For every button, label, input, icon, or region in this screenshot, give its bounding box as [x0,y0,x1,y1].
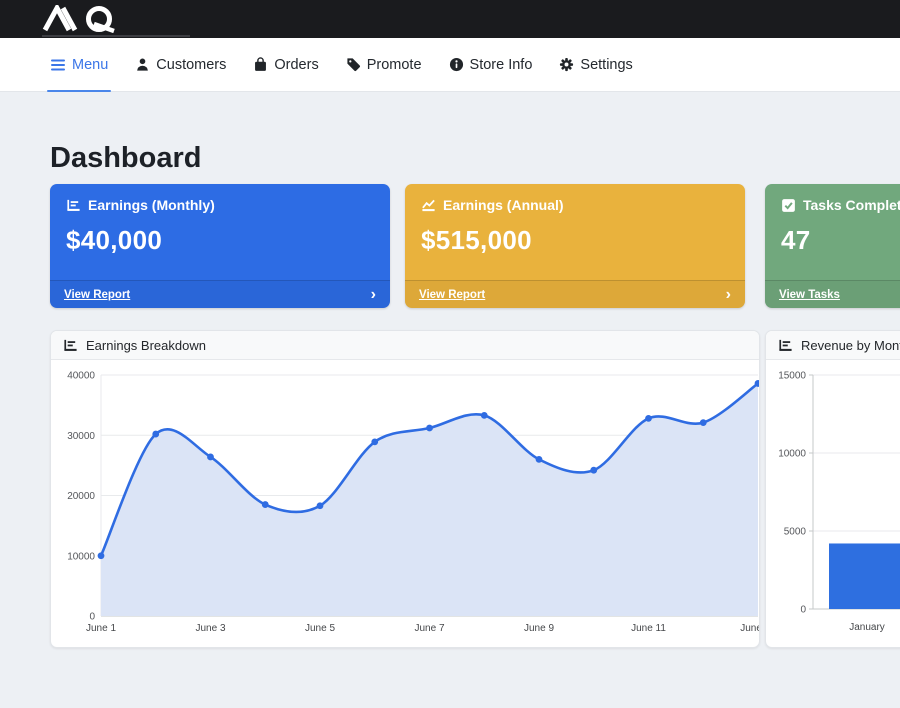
page-title: Dashboard [50,142,201,175]
logo-underline [42,35,190,37]
svg-text:June 9: June 9 [524,623,554,634]
svg-text:June 7: June 7 [414,623,444,634]
card-earnings-monthly: Earnings (Monthly) $40,000 View Report › [50,184,390,308]
svg-text:0: 0 [800,605,806,616]
earnings-breakdown-card: Earnings Breakdown 0 10000 20000 30000 40000… [50,330,760,648]
card-body: Earnings (Annual) $515,000 [405,184,745,269]
card-header: Earnings Breakdown [51,331,759,360]
bag-icon [253,57,268,72]
card-header-title: Earnings Breakdown [86,338,206,353]
card-body: Earnings (Monthly) $40,000 [50,184,390,269]
hamburger-icon [50,58,66,72]
top-app-bar [0,0,900,38]
svg-text:June 5: June 5 [305,623,335,634]
card-header-title: Revenue by Month [801,338,900,353]
svg-text:10000: 10000 [778,449,806,460]
card-value: $40,000 [66,225,374,256]
card-earnings-annual: Earnings (Annual) $515,000 View Report › [405,184,745,308]
svg-text:40000: 40000 [67,371,95,382]
area-chart-icon [63,338,78,353]
main-nav: Menu Customers Orders Promote Store Info [0,38,900,92]
card-header: Revenue by Month [766,331,900,360]
tag-icon [346,57,361,72]
svg-text:June 13: June 13 [740,623,759,634]
line-chart-icon [421,198,436,213]
revenue-by-month-card: Revenue by Month 0 5000 10000 15000 January [765,330,900,648]
card-value: 47 [781,225,900,256]
nav-item-label: Menu [72,57,108,73]
svg-text:January: January [849,622,885,633]
svg-text:June 11: June 11 [631,623,666,634]
info-icon [449,57,464,72]
card-footer: View Report › [50,280,390,308]
card-value: $515,000 [421,225,729,256]
app-logo [42,5,142,33]
card-title: Earnings (Monthly) [88,197,215,213]
view-tasks-link[interactable]: View Tasks [779,289,840,301]
card-title: Earnings (Annual) [443,197,564,213]
card-tasks-completed: Tasks Completed 47 View Tasks › [765,184,900,308]
nav-item-orders[interactable]: Orders [253,57,318,73]
svg-text:20000: 20000 [67,491,95,502]
nav-item-label: Customers [156,57,226,73]
svg-text:0: 0 [89,612,95,623]
nav-item-store-info[interactable]: Store Info [449,57,533,73]
check-square-icon [781,198,796,213]
bar-chart-icon [778,338,793,353]
gear-icon [559,57,574,72]
nav-item-label: Orders [274,57,318,73]
chevron-right-icon: › [371,287,376,303]
chevron-right-icon: › [726,287,731,303]
view-report-link[interactable]: View Report [64,289,130,301]
bar-chart-icon [66,198,81,213]
nav-item-settings[interactable]: Settings [559,57,632,73]
svg-text:5000: 5000 [784,527,807,538]
person-icon [135,57,150,72]
card-footer: View Report › [405,280,745,308]
nav-item-menu[interactable]: Menu [50,57,108,73]
revenue-by-month-chart: 0 5000 10000 15000 January [766,360,900,647]
svg-text:10000: 10000 [67,551,95,562]
card-footer: View Tasks › [765,280,900,308]
svg-text:June 3: June 3 [195,623,225,634]
nav-item-customers[interactable]: Customers [135,57,226,73]
earnings-breakdown-chart: 0 10000 20000 30000 40000 June 1 June 3 June 5 J… [51,360,759,647]
svg-text:15000: 15000 [778,371,806,382]
nav-item-promote[interactable]: Promote [346,57,422,73]
view-report-link[interactable]: View Report [419,289,485,301]
card-title: Tasks Completed [803,197,900,213]
svg-text:June 1: June 1 [86,623,116,634]
nav-item-label: Promote [367,57,422,73]
card-body: Tasks Completed 47 [765,184,900,269]
nav-item-label: Store Info [470,57,533,73]
nav-item-label: Settings [580,57,632,73]
svg-text:30000: 30000 [67,431,95,442]
